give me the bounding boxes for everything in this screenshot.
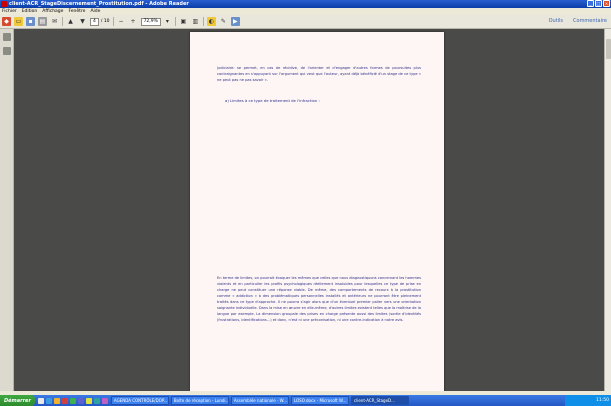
quick-launch [37, 397, 108, 404]
taskbar-item-adobe-reader[interactable]: client-ACR_StageD... [350, 396, 409, 405]
toolbar-separator [174, 17, 176, 26]
system-tray: 11:50 [565, 395, 611, 406]
paragraph-2: En terme de limites, on pourrait évoquer… [217, 276, 421, 322]
adobe-reader-icon [1, 1, 7, 7]
start-button[interactable]: Démarrer [0, 395, 35, 406]
taskbar-item-word[interactable]: LOSO.docx - Microsoft W... [290, 396, 349, 405]
next-page-icon[interactable]: ▼ [78, 17, 87, 26]
section-heading: a) Limites à ce type de traitement de l'… [225, 98, 320, 103]
menu-item-fenetre[interactable]: Fenêtre [68, 9, 85, 14]
menu-item-aide[interactable]: Aide [90, 9, 100, 14]
share-icon[interactable]: ▶ [230, 17, 240, 26]
highlight-icon[interactable]: ✎ [219, 17, 228, 26]
toolbar-right-links: Outils Commentaire [549, 18, 607, 24]
toolbar-separator [62, 17, 63, 26]
pdf-page: judiciaire: se permet, en cas de récidiv… [190, 32, 444, 394]
print-icon[interactable]: ▤ [38, 17, 47, 26]
maximize-icon[interactable]: □ [595, 0, 602, 7]
fit-page-icon[interactable]: ▣ [179, 17, 188, 26]
taskbar-item-agenda[interactable]: AGENDA CONTRÔLE/DOP... [110, 396, 169, 405]
app-icon[interactable] [77, 397, 84, 404]
close-icon[interactable]: × [603, 0, 610, 7]
show-desktop-icon[interactable] [37, 397, 44, 404]
app-icon[interactable] [69, 397, 76, 404]
scrollbar-thumb[interactable] [606, 39, 611, 59]
email-icon[interactable]: ✉ [50, 17, 59, 26]
toolbar: ◆ ▭ ▪ ▤ ✉ ▲ ▼ 4 / 10 − + 72,9% ▾ ▣ ▥ ◐ ✎… [0, 15, 611, 29]
menu-item-edition[interactable]: Edition [22, 9, 38, 14]
browser-icon[interactable] [45, 397, 52, 404]
comment-icon[interactable]: ◐ [206, 17, 216, 26]
toolbar-separator [112, 17, 114, 26]
taskbar-item-inbox[interactable]: Boîte de réception - Lundi... [170, 396, 229, 405]
create-pdf-icon[interactable]: ◆ [2, 17, 11, 26]
app-icon[interactable] [93, 397, 100, 404]
minimize-icon[interactable]: _ [587, 0, 594, 7]
page-thumbnails-icon[interactable] [3, 33, 11, 41]
previous-page-icon[interactable]: ▲ [66, 17, 75, 26]
zoom-dropdown-icon[interactable]: ▾ [163, 17, 172, 26]
menu-item-fichier[interactable]: Fichier [2, 9, 17, 14]
menu-item-affichage[interactable]: Affichage [42, 9, 63, 14]
tools-link[interactable]: Outils [549, 18, 563, 24]
zoom-in-icon[interactable]: + [129, 17, 138, 26]
zoom-field[interactable]: 72,9% [140, 17, 161, 26]
page-total: / 10 [100, 19, 110, 24]
explorer-icon[interactable] [53, 397, 60, 404]
app-icon[interactable] [101, 397, 108, 404]
window-title: client-ACR_StageDiscernement_Prostitutio… [9, 1, 189, 7]
zoom-out-icon[interactable]: − [117, 17, 126, 26]
title-bar: client-ACR_StageDiscernement_Prostitutio… [0, 0, 611, 8]
app-icon[interactable] [85, 397, 92, 404]
save-icon[interactable]: ▪ [26, 17, 35, 26]
menu-bar: Fichier Edition Affichage Fenêtre Aide [0, 8, 611, 15]
toolbar-separator [202, 17, 204, 26]
attachments-icon[interactable] [3, 47, 11, 55]
fit-width-icon[interactable]: ▥ [191, 17, 200, 26]
window-controls: _ □ × [587, 0, 610, 7]
document-viewer: judiciaire: se permet, en cas de récidiv… [14, 29, 604, 394]
page-number-field[interactable]: 4 [90, 17, 99, 26]
open-folder-icon[interactable]: ▭ [14, 17, 23, 26]
taskbar: Démarrer AGENDA CONTRÔLE/DOP... Boîte de… [0, 395, 611, 406]
comment-link[interactable]: Commentaire [573, 18, 607, 24]
navigation-pane [0, 29, 14, 391]
vertical-scrollbar[interactable] [604, 29, 611, 391]
paragraph-1: judiciaire: se permet, en cas de récidiv… [217, 66, 421, 82]
taskbar-item-assemblee[interactable]: Assemblée nationale - W... [230, 396, 289, 405]
clock[interactable]: 11:50 [596, 398, 609, 403]
app-icon[interactable] [61, 397, 68, 404]
